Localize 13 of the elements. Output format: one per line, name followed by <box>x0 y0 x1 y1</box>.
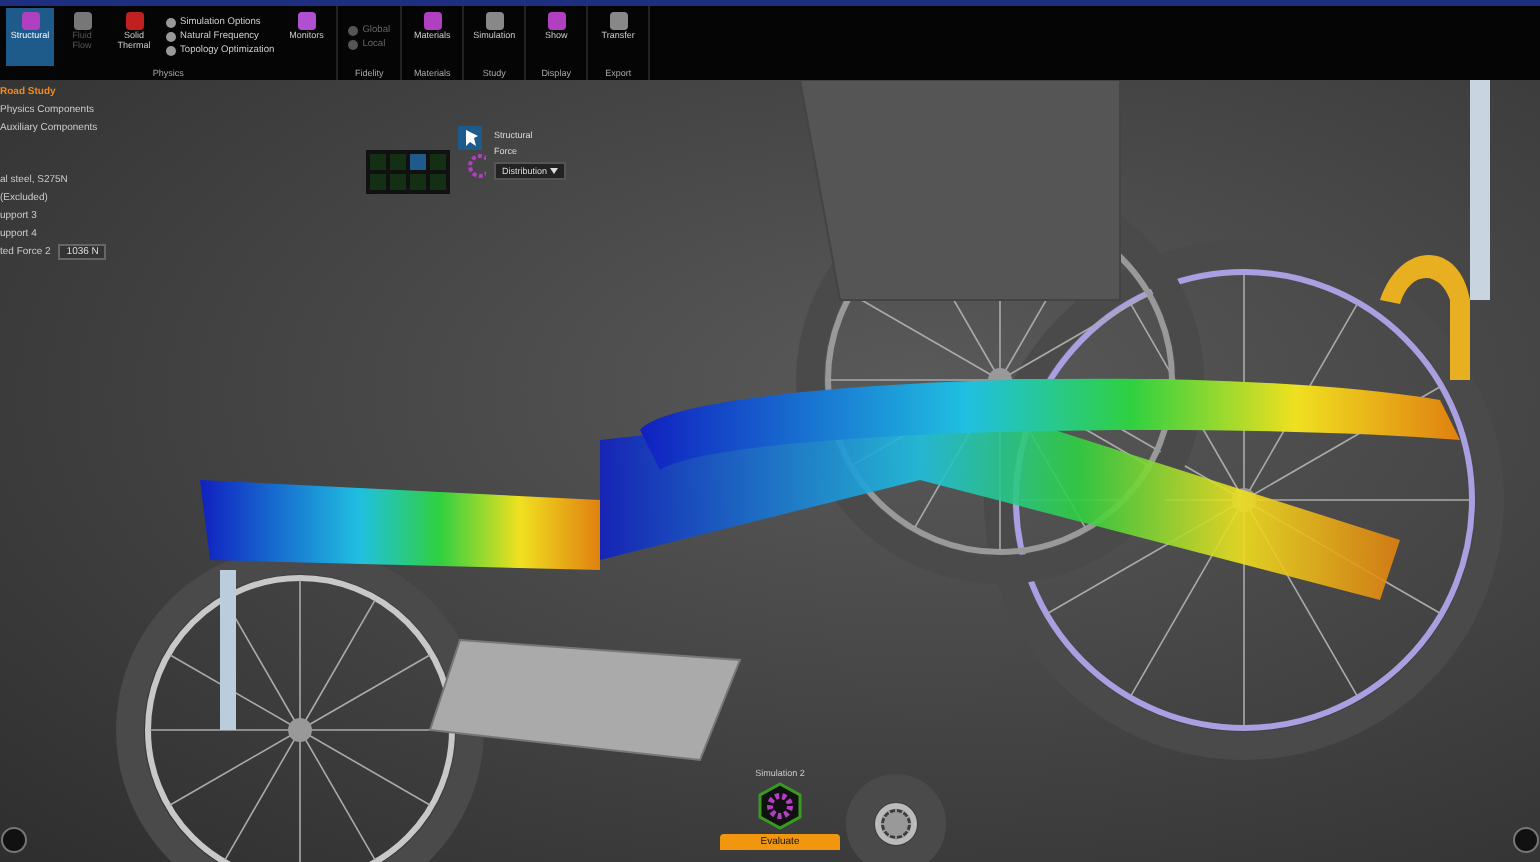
tool-icon <box>609 12 628 30</box>
cursor-tool-icon[interactable] <box>458 126 486 182</box>
tool-icon <box>125 12 143 30</box>
tool-icon <box>21 12 39 30</box>
gear-icon[interactable] <box>756 782 804 830</box>
nav-icon[interactable] <box>0 826 28 854</box>
tool-icon <box>423 12 442 30</box>
tool-icon <box>73 12 91 30</box>
tool-icon <box>547 12 566 30</box>
tool-icon <box>485 12 504 30</box>
tool-icon <box>297 12 316 30</box>
caret-icon <box>549 168 558 174</box>
nav-icon[interactable] <box>1512 826 1540 854</box>
